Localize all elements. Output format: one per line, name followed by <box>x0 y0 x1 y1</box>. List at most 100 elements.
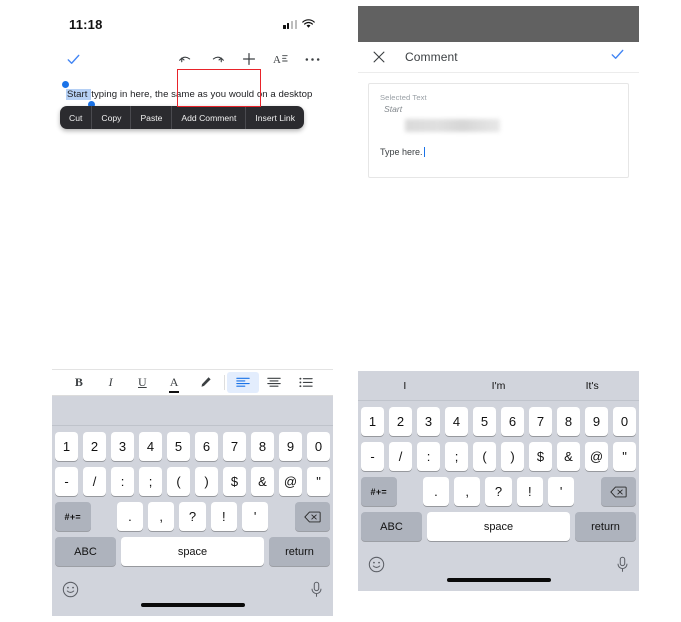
key-right-question[interactable]: ? <box>485 477 512 506</box>
key-right-ampersand[interactable]: & <box>557 442 580 471</box>
key-2[interactable]: 2 <box>83 432 106 461</box>
key-backspace[interactable] <box>294 502 330 531</box>
key-right-7[interactable]: 7 <box>529 407 552 436</box>
key-right-hyphen[interactable]: - <box>361 442 384 471</box>
key-question[interactable]: ? <box>179 502 206 531</box>
suggestion-right-0[interactable]: I <box>358 380 452 392</box>
selected-text[interactable]: Start <box>62 81 96 108</box>
text-color-button[interactable]: A <box>158 372 190 393</box>
key-right-2[interactable]: 2 <box>389 407 412 436</box>
context-menu-item-cut[interactable]: Cut <box>60 106 93 129</box>
onscreen-keyboard-right: I I'm It's 1 2 3 4 5 6 7 8 9 0 - / : ; (… <box>358 371 639 591</box>
key-right-abc[interactable]: ABC <box>361 512 422 541</box>
key-right-1[interactable]: 1 <box>361 407 384 436</box>
key-0[interactable]: 0 <box>307 432 330 461</box>
context-menu-item-paste[interactable]: Paste <box>131 106 173 129</box>
key-right-6[interactable]: 6 <box>501 407 524 436</box>
key-at[interactable]: @ <box>279 467 302 496</box>
onscreen-keyboard: 1 2 3 4 5 6 7 8 9 0 - / : ; ( ) $ & @ " … <box>52 396 333 616</box>
key-return[interactable]: return <box>269 537 330 566</box>
key-slash[interactable]: / <box>83 467 106 496</box>
key-symbol-switch[interactable]: #+= <box>55 502 91 531</box>
key-apostrophe[interactable]: ' <box>241 502 269 531</box>
key-right-space[interactable]: space <box>426 512 571 541</box>
key-right-backspace[interactable] <box>600 477 636 506</box>
key-right-slash[interactable]: / <box>389 442 412 471</box>
emoji-icon[interactable] <box>368 556 385 578</box>
context-menu-item-add-comment[interactable]: Add Comment <box>172 106 247 129</box>
add-icon[interactable] <box>242 52 256 66</box>
bulleted-list-button[interactable] <box>290 372 322 393</box>
key-right-comma[interactable]: , <box>454 477 481 506</box>
key-right-9[interactable]: 9 <box>585 407 608 436</box>
key-right-4[interactable]: 4 <box>445 407 468 436</box>
key-1[interactable]: 1 <box>55 432 78 461</box>
suggestion-right-1[interactable]: I'm <box>452 380 546 392</box>
italic-button[interactable]: I <box>95 372 127 393</box>
key-period[interactable]: . <box>116 502 144 531</box>
format-text-icon[interactable]: A <box>273 52 288 66</box>
key-space[interactable]: space <box>120 537 265 566</box>
format-toolbar: B I U A <box>52 369 333 396</box>
key-right-at[interactable]: @ <box>585 442 608 471</box>
emoji-icon[interactable] <box>62 581 79 603</box>
comment-card[interactable]: Selected Text Start Type here. <box>368 83 629 178</box>
key-right-8[interactable]: 8 <box>557 407 580 436</box>
undo-icon[interactable] <box>178 53 193 66</box>
key-right-quote[interactable]: " <box>613 442 636 471</box>
key-right-colon[interactable]: : <box>417 442 440 471</box>
key-5[interactable]: 5 <box>167 432 190 461</box>
key-hyphen[interactable]: - <box>55 467 78 496</box>
key-right-semicolon[interactable]: ; <box>445 442 468 471</box>
key-abc[interactable]: ABC <box>55 537 116 566</box>
key-right-period[interactable]: . <box>422 477 450 506</box>
underline-button[interactable]: U <box>127 372 159 393</box>
key-7[interactable]: 7 <box>223 432 246 461</box>
key-gap <box>96 502 112 531</box>
key-quote[interactable]: " <box>307 467 330 496</box>
key-colon[interactable]: : <box>111 467 134 496</box>
key-right-5[interactable]: 5 <box>473 407 496 436</box>
comment-input[interactable]: Type here. <box>380 147 425 157</box>
bold-button[interactable]: B <box>63 372 95 393</box>
key-right-paren-close[interactable]: ) <box>501 442 524 471</box>
document-body[interactable]: Start typing in here, the same as you wo… <box>52 69 333 369</box>
key-right-symbol-switch[interactable]: #+= <box>361 477 397 506</box>
microphone-icon[interactable] <box>310 581 323 603</box>
context-menu-item-copy[interactable]: Copy <box>92 106 132 129</box>
key-paren-close[interactable]: ) <box>195 467 218 496</box>
context-menu-item-insert-link[interactable]: Insert Link <box>246 106 304 129</box>
key-exclam[interactable]: ! <box>210 502 237 531</box>
toolbar-right-group: A <box>178 52 320 66</box>
key-8[interactable]: 8 <box>251 432 274 461</box>
redo-icon[interactable] <box>210 53 225 66</box>
key-right-3[interactable]: 3 <box>417 407 440 436</box>
key-right-exclam[interactable]: ! <box>516 477 543 506</box>
keyboard-row-numbers: 1 2 3 4 5 6 7 8 9 0 <box>52 432 333 461</box>
key-ampersand[interactable]: & <box>251 467 274 496</box>
done-check-button[interactable] <box>66 52 81 67</box>
right-phone-screen: Comment Selected Text Start Type here. I… <box>358 6 639 616</box>
key-right-apostrophe[interactable]: ' <box>547 477 575 506</box>
key-9[interactable]: 9 <box>279 432 302 461</box>
key-right-return[interactable]: return <box>575 512 636 541</box>
key-paren-open[interactable]: ( <box>167 467 190 496</box>
key-semicolon[interactable]: ; <box>139 467 162 496</box>
highlighter-button[interactable] <box>190 372 222 393</box>
key-6[interactable]: 6 <box>195 432 218 461</box>
key-3[interactable]: 3 <box>111 432 134 461</box>
key-comma[interactable]: , <box>148 502 175 531</box>
align-left-button[interactable] <box>226 372 259 393</box>
microphone-icon[interactable] <box>616 556 629 578</box>
key-right-dollar[interactable]: $ <box>529 442 552 471</box>
key-dollar[interactable]: $ <box>223 467 246 496</box>
selection-handle-start[interactable] <box>62 81 69 88</box>
key-right-0[interactable]: 0 <box>613 407 636 436</box>
more-options-icon[interactable] <box>305 57 320 62</box>
suggestion-right-2[interactable]: It's <box>545 380 639 392</box>
comment-confirm-button[interactable] <box>610 47 625 67</box>
key-4[interactable]: 4 <box>139 432 162 461</box>
key-right-paren-open[interactable]: ( <box>473 442 496 471</box>
close-icon[interactable] <box>372 50 386 64</box>
align-center-button[interactable] <box>259 372 291 393</box>
